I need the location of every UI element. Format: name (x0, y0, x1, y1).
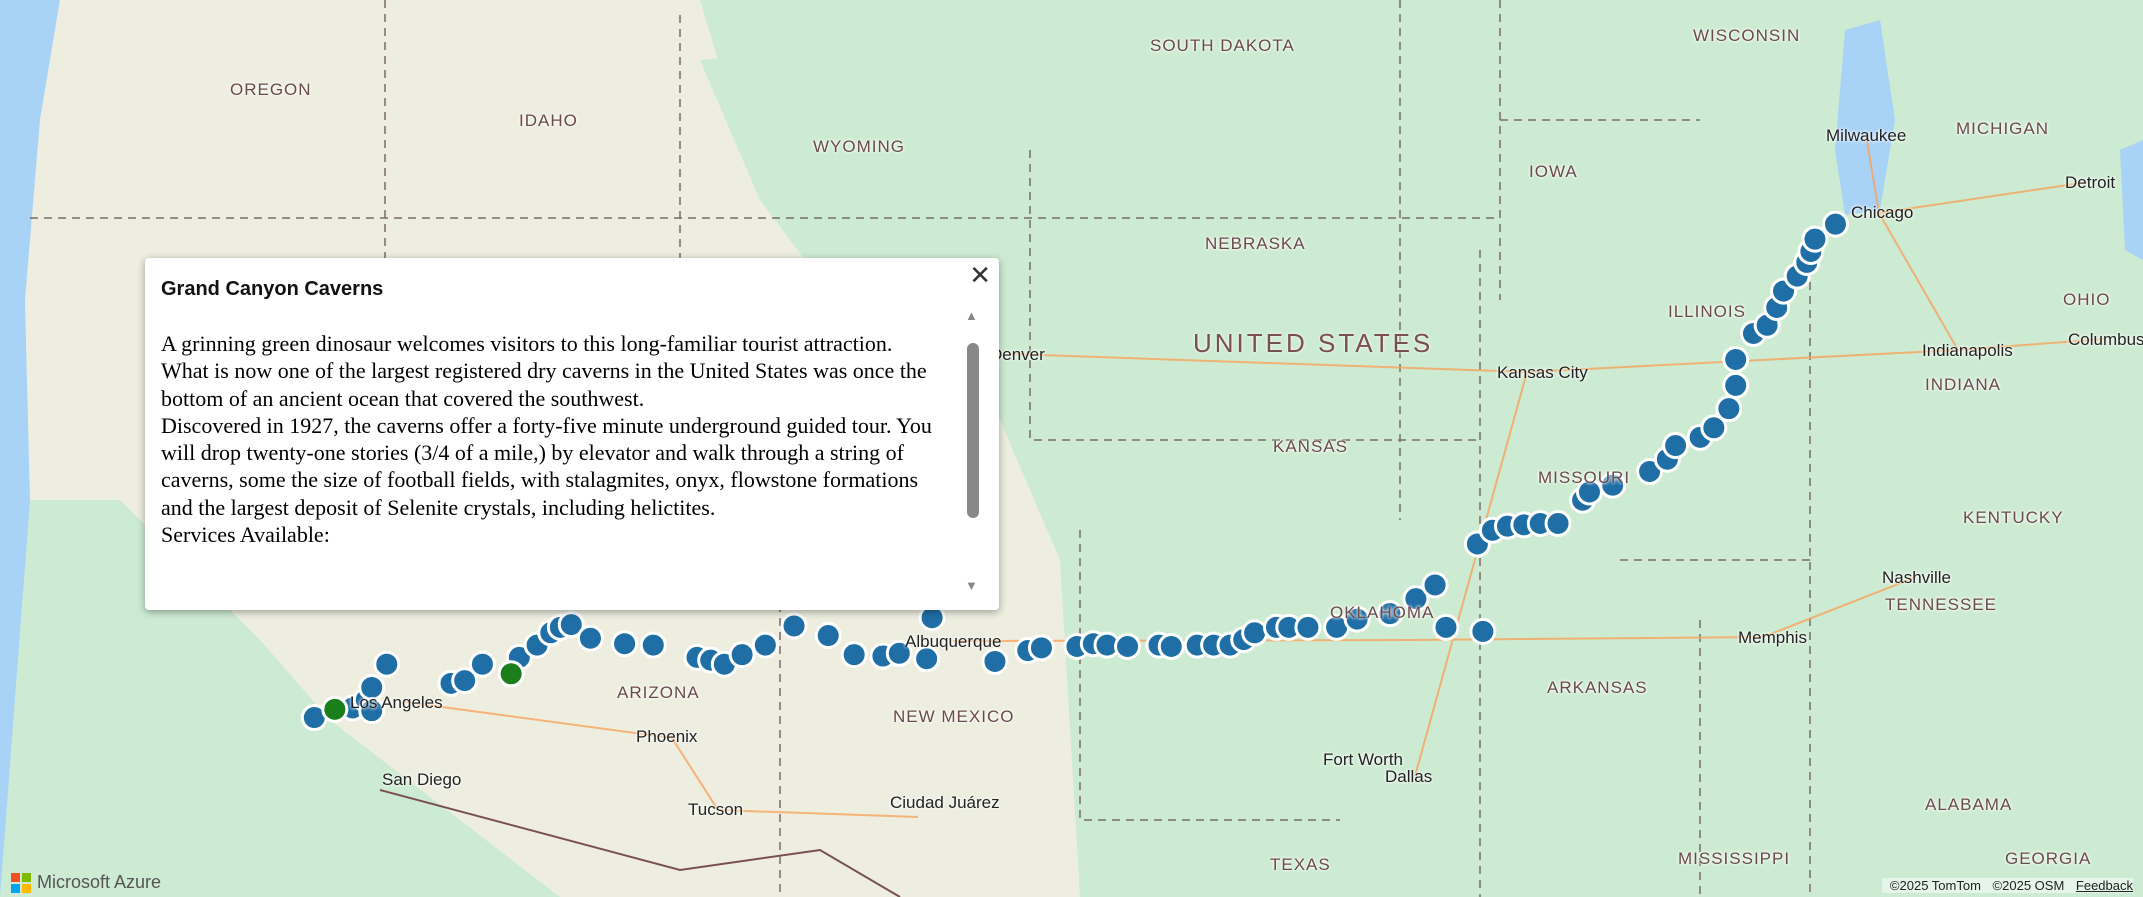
city-label: Dallas (1385, 767, 1433, 786)
route-marker[interactable] (814, 622, 842, 650)
state-label: IDAHO (519, 111, 578, 130)
state-label: OREGON (230, 80, 312, 99)
popup-paragraph: Services Available: (161, 522, 330, 548)
state-label: ALABAMA (1925, 795, 2013, 814)
route-marker[interactable] (1432, 613, 1460, 641)
popup-scrollbar[interactable]: ▲ ▼ (961, 308, 983, 593)
state-label: TENNESSEE (1885, 595, 1997, 614)
azure-logo-text: Microsoft Azure (37, 872, 162, 892)
state-label: MISSISSIPPI (1678, 849, 1791, 868)
city-label: Columbus (2068, 330, 2143, 349)
state-label: MISSOURI (1538, 468, 1631, 487)
state-label: NEBRASKA (1205, 234, 1306, 253)
city-label: Memphis (1738, 628, 1807, 647)
city-label: Tucson (688, 800, 744, 819)
state-label: WISCONSIN (1693, 26, 1801, 45)
selected-marker[interactable] (497, 660, 525, 688)
microsoft-logo-icon (11, 872, 31, 893)
route-marker[interactable] (751, 631, 779, 659)
state-label: OKLAHOMA (1330, 603, 1435, 622)
route-marker[interactable] (611, 630, 639, 658)
state-label: KANSAS (1273, 437, 1348, 456)
route-marker[interactable] (840, 641, 868, 669)
country-label: UNITED STATES (1193, 328, 1434, 358)
city-label: Milwaukee (1826, 126, 1907, 145)
state-label: OHIO (2063, 290, 2111, 309)
popup-paragraph: What is now one of the largest registere… (161, 358, 927, 411)
route-marker[interactable] (1544, 509, 1572, 537)
route-marker[interactable] (1722, 371, 1750, 399)
route-marker[interactable] (1294, 613, 1322, 641)
route-marker[interactable] (1421, 571, 1449, 599)
city-label: San Diego (382, 770, 462, 789)
route-marker[interactable] (373, 650, 401, 678)
route-marker[interactable] (1715, 395, 1743, 423)
city-label: Indianapolis (1922, 341, 2013, 360)
attribution-tomtom: ©2025 TomTom (1889, 878, 1981, 893)
close-icon[interactable]: ✕ (969, 260, 991, 291)
route-marker[interactable] (1241, 619, 1269, 647)
city-label: Nashville (1882, 568, 1951, 587)
state-label: IOWA (1529, 162, 1578, 181)
scroll-up-icon[interactable]: ▲ (965, 308, 978, 323)
state-label: WYOMING (813, 137, 905, 156)
city-label: Kansas City (1497, 363, 1588, 382)
state-label: KENTUCKY (1963, 508, 2064, 527)
popup-paragraph: Discovered in 1927, the caverns offer a … (161, 412, 932, 520)
route-marker[interactable] (1114, 632, 1142, 660)
azure-logo: Microsoft Azure (11, 872, 161, 893)
state-label: INDIANA (1925, 375, 2001, 394)
city-label: Phoenix (636, 727, 698, 746)
route-marker[interactable] (1157, 632, 1185, 660)
route-marker[interactable] (1722, 345, 1750, 373)
route-marker[interactable] (576, 624, 604, 652)
state-label: GEORGIA (2005, 849, 2092, 868)
route-marker[interactable] (780, 612, 808, 640)
map-attribution: ©2025 TomTom ©2025 OSM Feedback (1881, 878, 2133, 893)
route-marker[interactable] (1662, 432, 1690, 460)
popup-content: A grinning green dinosaur welcomes visit… (161, 330, 951, 588)
route-marker[interactable] (1027, 634, 1055, 662)
state-label: TEXAS (1270, 855, 1331, 874)
route-marker[interactable] (1821, 210, 1849, 238)
city-label: Detroit (2065, 173, 2116, 192)
route-marker[interactable] (639, 631, 667, 659)
city-label: Albuquerque (905, 632, 1002, 651)
selected-marker[interactable] (321, 695, 349, 723)
route-marker[interactable] (1469, 617, 1497, 645)
attribution-osm: ©2025 OSM (1992, 878, 2065, 893)
state-label: MICHIGAN (1956, 119, 2049, 138)
city-label: Los Angeles (350, 693, 443, 712)
city-label: Chicago (1851, 203, 1914, 222)
feedback-link[interactable]: Feedback (2076, 878, 2133, 893)
state-label: SOUTH DAKOTA (1150, 36, 1295, 55)
popup-title: Grand Canyon Caverns (161, 278, 384, 300)
city-label: Ciudad Juárez (890, 793, 1000, 812)
popup-paragraph: A grinning green dinosaur welcomes visit… (161, 331, 893, 356)
route-marker[interactable] (1801, 225, 1829, 253)
route-marker[interactable] (468, 650, 496, 678)
scrollbar-thumb[interactable] (967, 343, 979, 518)
state-label: ILLINOIS (1668, 302, 1746, 321)
state-label: NEW MEXICO (893, 707, 1015, 726)
scroll-down-icon[interactable]: ▼ (965, 578, 978, 593)
info-popup: Grand Canyon Caverns ✕ A grinning green … (145, 258, 999, 610)
route-marker[interactable] (981, 647, 1009, 675)
state-label: ARIZONA (617, 683, 700, 702)
route-marker[interactable] (728, 641, 756, 669)
state-label: ARKANSAS (1547, 678, 1648, 697)
